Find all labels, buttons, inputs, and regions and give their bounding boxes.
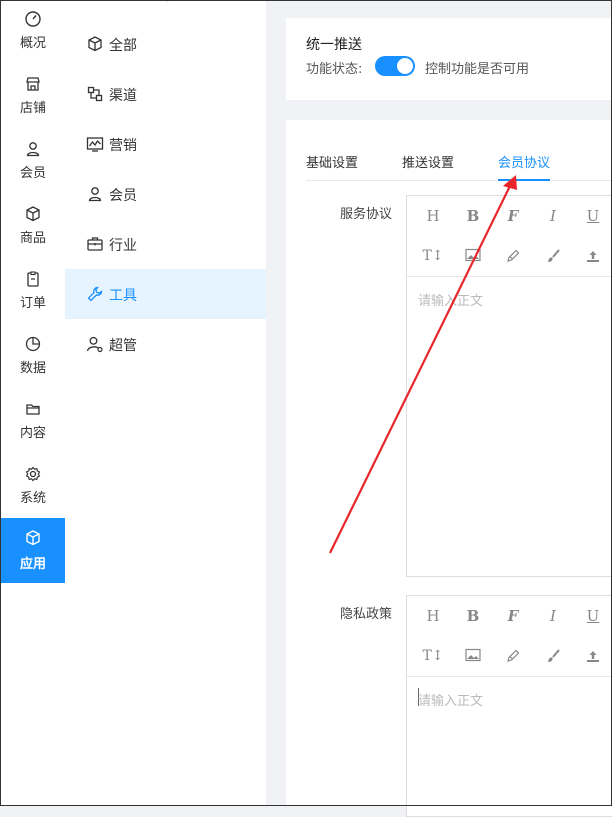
settings-tabs: 基础设置 推送设置 会员协议 xyxy=(306,150,612,181)
nav-item-label: 系统 xyxy=(19,491,46,506)
nav-item-label: 订单 xyxy=(19,296,46,311)
service-agreement-input-placeholder[interactable]: 请输入正文 xyxy=(418,290,483,309)
font-button[interactable]: F xyxy=(501,204,525,228)
pen-icon xyxy=(507,249,520,262)
cube-icon xyxy=(88,36,102,52)
privacy-policy-input-placeholder[interactable]: 请输入正文 xyxy=(418,690,483,709)
submenu-header-text: 统一推送 xyxy=(135,0,187,4)
submenu-item-tools[interactable]: 工具 xyxy=(65,269,266,319)
cube-icon xyxy=(26,530,40,546)
italic-button[interactable]: I xyxy=(541,604,565,628)
submenu-item-label: 渠道 xyxy=(109,88,137,104)
submenu-item-member[interactable]: 会员 xyxy=(65,169,266,219)
bold-button[interactable]: B xyxy=(461,204,485,228)
image-button[interactable] xyxy=(461,644,485,668)
sub-menu: 统一推送 全部 渠道 营销 会员 行业 工具 超管 xyxy=(65,0,266,805)
underline-button[interactable]: U xyxy=(581,604,605,628)
nav-item-label: 概况 xyxy=(19,36,46,51)
service-agreement-label: 服务协议 xyxy=(340,207,393,222)
admin-icon xyxy=(86,336,103,353)
nav-item-data[interactable]: 数据 xyxy=(1,326,65,388)
tab-member-agreement[interactable]: 会员协议 xyxy=(498,152,551,181)
submenu-item-channel[interactable]: 渠道 xyxy=(65,69,266,119)
submenu-item-superadmin[interactable]: 超管 xyxy=(65,319,266,369)
nav-item-label: 会员 xyxy=(19,166,46,181)
upload-button[interactable] xyxy=(581,244,605,268)
pen-button[interactable] xyxy=(501,644,525,668)
nav-item-label: 店铺 xyxy=(19,101,46,116)
page-title: 统一推送 xyxy=(306,37,362,53)
service-agreement-editor: H B F I U T↕ 请输入正文 xyxy=(406,195,612,577)
privacy-policy-label: 隐私政策 xyxy=(340,607,393,622)
nav-item-shop[interactable]: 店铺 xyxy=(1,66,65,128)
submenu-item-label: 营销 xyxy=(109,138,137,154)
image-icon xyxy=(465,248,481,262)
channel-icon xyxy=(87,86,103,102)
nav-item-label: 商品 xyxy=(19,231,46,246)
image-button[interactable] xyxy=(461,244,485,268)
bold-button[interactable]: B xyxy=(461,604,485,628)
clipboard-icon xyxy=(27,271,39,287)
submenu-header-clipped: 统一推送 xyxy=(135,0,205,5)
editor-toolbar: H B F I U T↕ xyxy=(407,596,612,677)
user-icon xyxy=(88,187,102,202)
upload-icon xyxy=(587,651,599,662)
nav-item-content[interactable]: 内容 xyxy=(1,391,65,453)
submenu-item-marketing[interactable]: 营销 xyxy=(65,119,266,169)
heading-button[interactable]: H xyxy=(421,204,445,228)
nav-item-overview[interactable]: 概况 xyxy=(1,1,65,63)
brush-icon xyxy=(548,249,560,262)
font-button[interactable]: F xyxy=(501,604,525,628)
main-nav: 概况 店铺 会员 商品 订单 数据 内容 系统 应用 xyxy=(1,1,65,805)
underline-button[interactable]: U xyxy=(581,204,605,228)
gear-icon xyxy=(25,466,41,482)
italic-button[interactable]: I xyxy=(541,204,565,228)
upload-icon xyxy=(587,251,599,262)
submenu-item-all[interactable]: 全部 xyxy=(65,19,266,69)
nav-item-apps[interactable]: 应用 xyxy=(1,518,65,583)
pen-button[interactable] xyxy=(501,244,525,268)
folder-icon xyxy=(26,404,40,415)
submenu-item-label: 超管 xyxy=(109,338,137,354)
pen-icon xyxy=(507,649,520,662)
submenu-item-industry[interactable]: 行业 xyxy=(65,219,266,269)
toggle-knob xyxy=(397,58,413,74)
submenu-item-label: 全部 xyxy=(109,38,137,54)
tab-push-settings[interactable]: 推送设置 xyxy=(402,152,454,179)
submenu-item-label: 会员 xyxy=(109,188,137,204)
nav-item-label: 应用 xyxy=(19,557,46,572)
image-icon xyxy=(465,648,481,662)
upload-button[interactable] xyxy=(581,644,605,668)
font-size-button[interactable]: T↕ xyxy=(421,644,445,668)
chart-icon xyxy=(86,137,104,152)
nav-item-member[interactable]: 会员 xyxy=(1,131,65,193)
privacy-policy-editor: H B F I U T↕ 请输入正文 xyxy=(406,595,612,817)
box-icon xyxy=(26,206,40,222)
pie-icon xyxy=(25,336,41,352)
status-label: 功能状态: xyxy=(306,62,363,77)
editor-toolbar: H B F I U T↕ xyxy=(407,196,612,277)
nav-item-goods[interactable]: 商品 xyxy=(1,196,65,258)
briefcase-icon xyxy=(87,237,103,251)
brush-button[interactable] xyxy=(541,244,565,268)
submenu-item-label: 行业 xyxy=(109,238,137,254)
settings-card: 基础设置 推送设置 会员协议 服务协议 H B F I U T↕ 请输入正文 隐… xyxy=(286,120,612,817)
brush-icon xyxy=(548,649,560,662)
status-description: 控制功能是否可用 xyxy=(425,62,530,77)
nav-item-label: 内容 xyxy=(19,426,46,441)
tab-basic-settings[interactable]: 基础设置 xyxy=(306,152,358,179)
nav-item-system[interactable]: 系统 xyxy=(1,456,65,518)
nav-item-label: 数据 xyxy=(19,361,46,376)
submenu-item-label: 工具 xyxy=(109,288,137,304)
status-toggle[interactable] xyxy=(375,56,415,76)
wrench-icon xyxy=(87,286,103,302)
shop-icon xyxy=(26,77,40,91)
heading-button[interactable]: H xyxy=(421,604,445,628)
nav-item-order[interactable]: 订单 xyxy=(1,261,65,323)
header-card: 统一推送 功能状态: 控制功能是否可用 xyxy=(286,18,612,100)
brush-button[interactable] xyxy=(541,644,565,668)
user-icon xyxy=(26,142,40,157)
font-size-button[interactable]: T↕ xyxy=(421,244,445,268)
dashboard-icon xyxy=(25,11,41,27)
